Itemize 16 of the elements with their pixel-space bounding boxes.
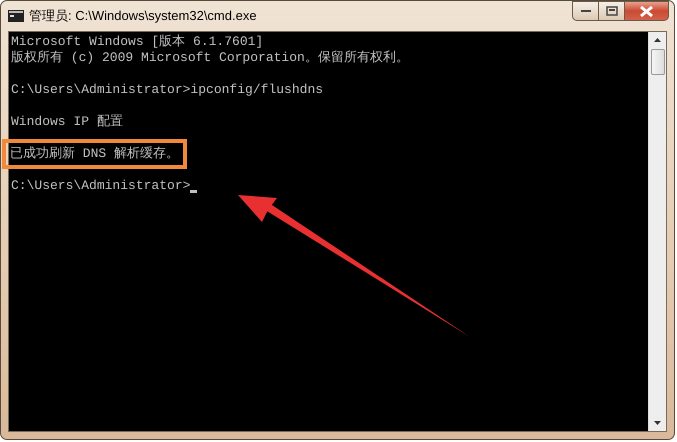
console-line: Microsoft Windows [版本 6.1.7601] — [11, 34, 264, 50]
console-line: C:\Users\Administrator>ipconfig/flushdns — [11, 82, 324, 98]
close-icon — [640, 6, 653, 16]
console-line: 已成功刷新 DNS 解析缓存。 — [10, 146, 180, 162]
scroll-thumb[interactable] — [650, 49, 664, 75]
console-line: 版权所有 (c) 2009 Microsoft Corporation。保留所有权利。 — [11, 50, 409, 66]
close-button[interactable] — [624, 1, 669, 21]
console-icon — [8, 10, 24, 22]
maximize-button[interactable] — [598, 1, 624, 21]
console-line: C:\Users\Administrator> — [11, 178, 190, 194]
window-title: 管理员: C:\Windows\system32\cmd.exe — [29, 7, 258, 25]
minimize-button[interactable] — [572, 1, 598, 21]
scrollbar[interactable] — [648, 32, 666, 431]
console-line: Windows IP 配置 — [11, 114, 123, 130]
maximize-icon — [606, 6, 618, 16]
minimize-icon — [580, 9, 590, 13]
